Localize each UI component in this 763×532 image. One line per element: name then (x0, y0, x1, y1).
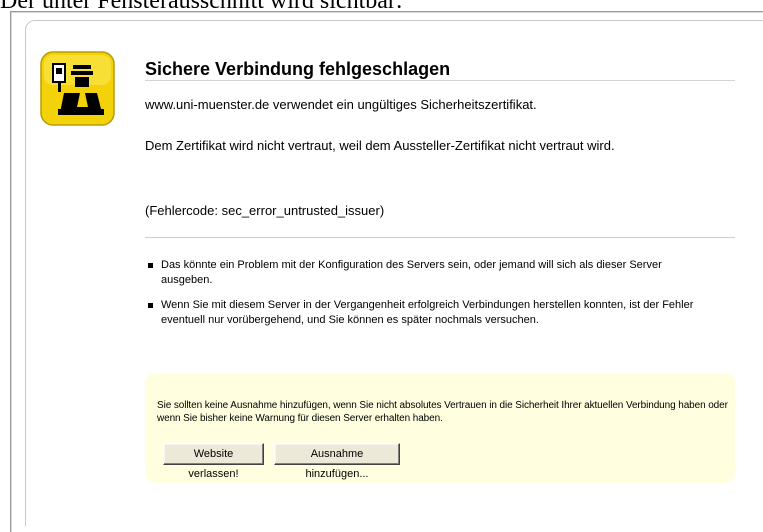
error-code: (Fehlercode: sec_error_untrusted_issuer) (145, 203, 385, 218)
police-officer-badge-icon (40, 51, 115, 126)
list-item: Das könnte ein Problem mit der Konfigura… (145, 258, 705, 288)
hint-list: Das könnte ein Problem mit der Konfigura… (145, 258, 705, 338)
site-message: www.uni-muenster.de verwendet ein ungült… (145, 97, 537, 112)
exception-warning-box: Sie sollten keine Ausnahme hinzufügen, w… (145, 373, 735, 483)
title-divider (145, 80, 735, 81)
error-title: Sichere Verbindung fehlgeschlagen (145, 59, 451, 79)
warning-text: Sie sollten keine Ausnahme hinzufügen, w… (157, 400, 728, 424)
section-divider (145, 237, 735, 238)
leave-website-button[interactable]: Website verlassen! (163, 443, 264, 480)
certificate-explanation: Dem Zertifikat wird nicht vertraut, weil… (145, 138, 615, 153)
add-exception-button[interactable]: Ausnahme hinzufügen... (274, 443, 400, 480)
list-item: Wenn Sie mit diesem Server in der Vergan… (145, 298, 705, 328)
